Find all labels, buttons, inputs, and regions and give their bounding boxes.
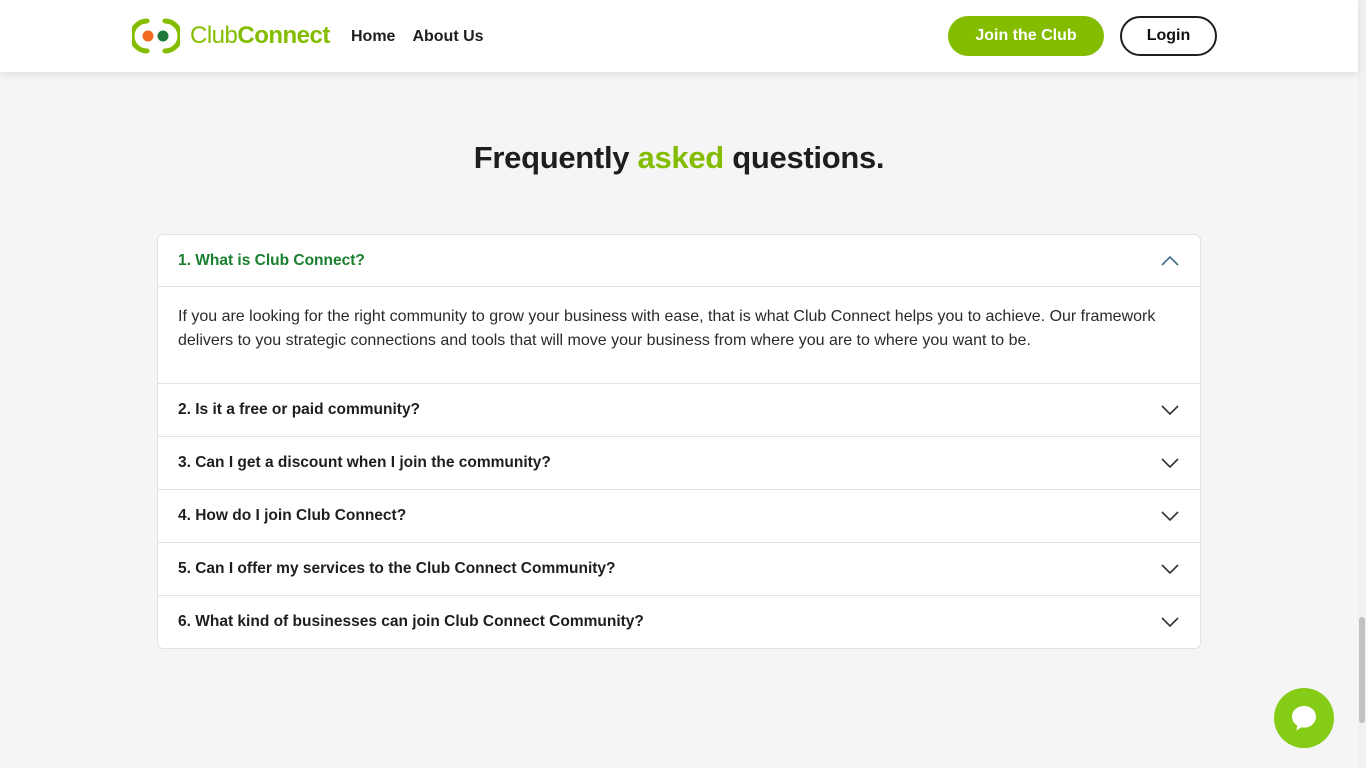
logo-link[interactable]: ClubConnect: [132, 18, 330, 54]
faq-question: 5. Can I offer my services to the Club C…: [178, 560, 616, 577]
faq-item: 5. Can I offer my services to the Club C…: [158, 542, 1200, 595]
chat-bubble-icon: [1292, 706, 1316, 731]
chevron-up-icon: [1161, 255, 1179, 266]
faq-item: 3. Can I get a discount when I join the …: [158, 436, 1200, 489]
faq-item: 4. How do I join Club Connect?: [158, 489, 1200, 542]
page-scrollbar-thumb[interactable]: [1359, 617, 1365, 723]
faq-question-toggle[interactable]: 1. What is Club Connect?: [158, 235, 1200, 287]
faq-question-toggle[interactable]: 5. Can I offer my services to the Club C…: [158, 543, 1200, 595]
chevron-down-icon: [1161, 405, 1179, 416]
faq-question-toggle[interactable]: 3. Can I get a discount when I join the …: [158, 437, 1200, 489]
faq-item: 2. Is it a free or paid community?: [158, 383, 1200, 436]
chevron-down-icon: [1161, 511, 1179, 522]
faq-item: 6. What kind of businesses can join Club…: [158, 595, 1200, 648]
join-the-club-button[interactable]: Join the Club: [948, 16, 1104, 56]
faq-heading-part: questions.: [723, 140, 885, 175]
main-nav: Home About Us: [351, 27, 484, 47]
site-header: ClubConnect Home About Us Join the Club …: [0, 0, 1358, 72]
faq-question: 1. What is Club Connect?: [178, 251, 365, 269]
chevron-down-icon: [1161, 617, 1179, 628]
logo-wordmark: ClubConnect: [190, 24, 330, 48]
faq-question-toggle[interactable]: 4. How do I join Club Connect?: [158, 490, 1200, 542]
faq-heading: Frequently asked questions.: [0, 140, 1358, 176]
logo-word-connect: Connect: [237, 22, 330, 49]
club-connect-logo-icon: [132, 18, 180, 54]
faq-question-toggle[interactable]: 2. Is it a free or paid community?: [158, 384, 1200, 436]
login-button[interactable]: Login: [1120, 16, 1217, 56]
chat-widget-button[interactable]: [1274, 688, 1334, 748]
chevron-down-icon: [1161, 458, 1179, 469]
chevron-down-icon: [1161, 564, 1179, 575]
faq-accordion: 1. What is Club Connect? If you are look…: [157, 234, 1201, 649]
nav-home-link[interactable]: Home: [351, 27, 395, 47]
faq-answer: If you are looking for the right communi…: [178, 308, 1156, 349]
nav-about-us-link[interactable]: About Us: [412, 27, 483, 47]
faq-item: 1. What is Club Connect? If you are look…: [158, 235, 1200, 383]
faq-question-toggle[interactable]: 6. What kind of businesses can join Club…: [158, 596, 1200, 648]
logo-word-club: Club: [190, 22, 238, 49]
faq-heading-part: Frequently: [473, 140, 638, 175]
faq-question: 4. How do I join Club Connect?: [178, 507, 407, 524]
faq-question: 3. Can I get a discount when I join the …: [178, 454, 551, 471]
faq-question: 2. Is it a free or paid community?: [178, 401, 421, 418]
faq-question: 6. What kind of businesses can join Club…: [178, 613, 644, 630]
faq-heading-accent: asked: [637, 140, 725, 175]
